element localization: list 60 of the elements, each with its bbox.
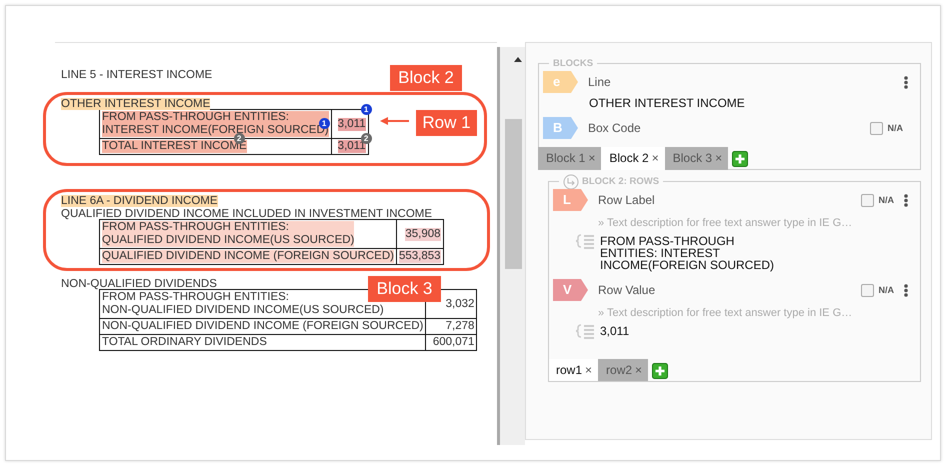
more-options-icon[interactable] (904, 284, 908, 296)
close-tab-button[interactable]: × (715, 147, 722, 170)
tab[interactable]: row1 × (548, 359, 598, 382)
document-text: NON-QUALIFIED DIVIDENDS (61, 278, 217, 290)
table-cell-text: 3,011 (338, 140, 366, 153)
callout-label: Block 2 (390, 65, 462, 91)
checkbox[interactable] (860, 194, 874, 206)
field-type-tag: V (553, 279, 588, 301)
document-text: LINE 6A - DIVIDEND INCOME (61, 195, 218, 207)
field-title: Row Value (598, 283, 656, 297)
checkbox-label: N/A (878, 285, 894, 295)
document-text: QUALIFIED DIVIDEND INCOME INCLUDED IN INVESTMENT INCOME (61, 208, 432, 220)
tab[interactable]: Block 1 × (538, 147, 602, 170)
field-description: » Text description for free text answer type in IE G… (598, 217, 854, 229)
field-value: OTHER INTEREST INCOME (589, 97, 746, 109)
field-type-tag: B (543, 117, 578, 139)
close-tab-button[interactable]: × (585, 359, 592, 382)
list-icon (576, 233, 595, 249)
callout-label: Row 1 (416, 110, 477, 136)
tab[interactable]: Block 2 × (601, 147, 665, 170)
more-options-icon[interactable] (904, 194, 908, 206)
checkbox[interactable] (870, 122, 882, 134)
number-badge: 1 (360, 104, 372, 115)
checkbox-label: N/A (888, 123, 903, 133)
arrow (380, 116, 410, 126)
document-text: LINE 5 - INTEREST INCOME (61, 69, 212, 81)
section-title: BLOCKS (553, 58, 594, 69)
field-value: FROM PASS-THROUGH ENTITIES: INTEREST INCOME(FOREIGN SOURCED) (600, 235, 775, 271)
table-cell-text: 3,032 (446, 298, 474, 310)
section-title: BLOCK 2: ROWS (582, 176, 660, 187)
field-type-tag: L (553, 189, 588, 211)
close-tab-button[interactable]: × (652, 147, 659, 170)
close-tab-button[interactable]: × (588, 147, 596, 170)
field-value: 3,011 (600, 325, 630, 337)
table-cell-text: TOTAL ORDINARY DIVIDENDS (102, 336, 267, 349)
scrollbar-thumb[interactable] (505, 119, 522, 269)
table-cell-text: NON-QUALIFIED DIVIDEND INCOME (FOREIGN SOURCED) (102, 320, 424, 333)
table-cell-text: QUALIFIED DIVIDEND INCOME (FOREIGN SOURCED) (102, 250, 394, 263)
table-cell-text: 553,853 (399, 250, 441, 263)
add-button[interactable] (732, 150, 748, 166)
field-type-tag: e (543, 71, 578, 93)
field-title: Line (588, 75, 612, 89)
more-options-icon[interactable] (904, 76, 908, 88)
document-text: OTHER INTEREST INCOME (61, 98, 210, 110)
table-cell-text: 600,071 (432, 336, 474, 349)
checkbox-label: N/A (878, 195, 894, 205)
tab[interactable]: row2 × (598, 359, 648, 382)
checkbox[interactable] (860, 284, 874, 296)
table-cell-text: FROM PASS-THROUGH ENTITIES: QUALIFIED DIVIDEND INCOME(US SOURCED) (102, 221, 354, 247)
field-title: Row Label (598, 193, 656, 207)
list-icon (576, 323, 595, 339)
add-button[interactable] (652, 362, 668, 378)
tab[interactable]: Block 3 × (664, 147, 728, 170)
table-cell-text: 3,011 (338, 118, 366, 130)
table-cell-text: 35,908 (405, 228, 441, 240)
table-cell-text: 7,278 (446, 320, 474, 333)
close-tab-button[interactable]: × (635, 359, 642, 382)
scroll-up-icon[interactable] (514, 57, 522, 62)
field-description: » Text description for free text answer type in IE G… (598, 307, 854, 319)
field-title: Box Code (588, 121, 642, 135)
